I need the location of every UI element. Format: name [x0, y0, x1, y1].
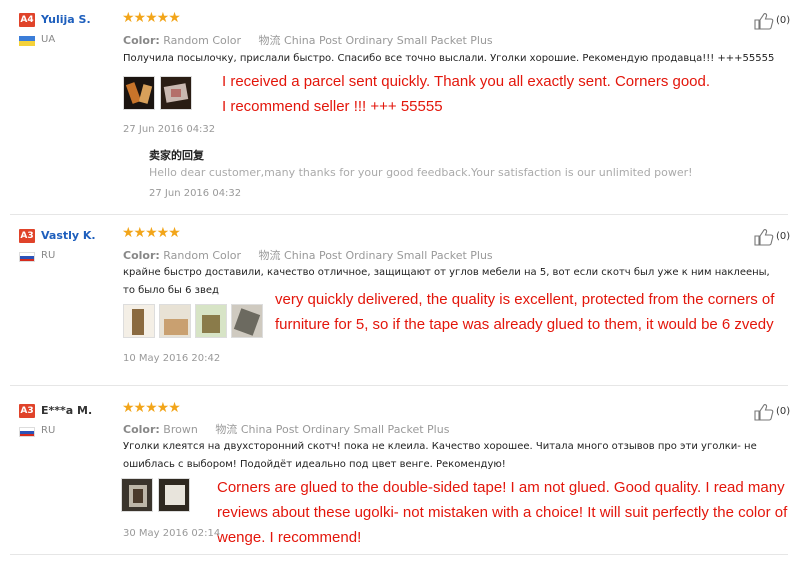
translation-line: Corners are glued to the double-sided ta…	[217, 479, 785, 496]
review-photo[interactable]	[158, 478, 190, 512]
helpful-count: (0)	[776, 15, 791, 26]
order-info: Color: Random Color 物流 China Post Ordina…	[123, 32, 493, 48]
translation-line: I received a parcel sent quickly. Thank …	[222, 73, 711, 90]
color-label: Color:	[123, 34, 160, 47]
color-value: Random Color	[163, 34, 242, 47]
logistics-value: China Post Ordinary Small Packet Plus	[284, 249, 493, 262]
review-text: Получила посылочку, прислали быстро. Спа…	[123, 53, 775, 64]
order-info: Color: Brown 物流 China Post Ordinary Smal…	[123, 421, 449, 437]
buyer-level-badge: A4	[19, 13, 35, 27]
seller-reply-text: Hello dear customer,many thanks for your…	[149, 166, 693, 179]
translation-line: very quickly delivered, the quality is e…	[275, 291, 775, 308]
review-photos	[123, 304, 263, 338]
review-photo[interactable]	[195, 304, 227, 338]
helpful-button[interactable]: (0)	[754, 12, 794, 30]
translation-line: furniture for 5, so if the tape was alre…	[275, 316, 774, 333]
seller-reply-title: 卖家的回复	[149, 149, 204, 162]
ru-flag-icon	[19, 427, 35, 437]
translation-line: wenge. I recommend!	[217, 529, 362, 546]
thumbs-up-icon	[754, 404, 774, 421]
logistics-label: 物流	[258, 34, 281, 47]
reviewer-country: RU	[41, 425, 56, 436]
review-date: 30 May 2016 02:14	[123, 528, 221, 539]
order-info: Color: Random Color 物流 China Post Ordina…	[123, 247, 493, 263]
color-label: Color:	[123, 423, 160, 436]
review-item: A3 Vastly K. RU ★★★★★ (0) Color: Random …	[0, 215, 798, 380]
translation-line: I recommend seller !!! +++ 55555	[222, 98, 443, 115]
reviewer-name[interactable]: E***a M.	[41, 404, 92, 417]
translation-line: reviews about these ugolki- not mistaken…	[217, 504, 788, 521]
review-photo[interactable]	[160, 76, 192, 110]
logistics-label: 物流	[215, 423, 238, 436]
review-photos	[121, 478, 190, 512]
star-rating: ★★★★★	[122, 10, 181, 26]
star-rating: ★★★★★	[122, 225, 181, 241]
reviewer-country: RU	[41, 250, 56, 261]
buyer-level-badge: A3	[19, 404, 35, 418]
review-item: A4 Yulija S. UA ★★★★★ (0) Color: Random …	[0, 0, 798, 210]
review-date: 10 May 2016 20:42	[123, 353, 221, 364]
helpful-button[interactable]: (0)	[754, 228, 794, 246]
buyer-level-badge: A3	[19, 229, 35, 243]
review-date: 27 Jun 2016 04:32	[123, 124, 216, 135]
reviewer-name[interactable]: Vastly K.	[41, 229, 96, 242]
review-item: A3 E***a M. RU ★★★★★ (0) Color: Brown 物流…	[0, 390, 798, 560]
thumbs-up-icon	[754, 13, 774, 30]
color-value: Brown	[163, 423, 198, 436]
review-divider	[10, 554, 788, 555]
review-photo[interactable]	[159, 304, 191, 338]
color-label: Color:	[123, 249, 160, 262]
reviewer-country: UA	[41, 34, 56, 45]
ru-flag-icon	[19, 252, 35, 262]
review-photos	[123, 76, 192, 110]
seller-reply-date: 27 Jun 2016 04:32	[149, 188, 242, 199]
logistics-value: China Post Ordinary Small Packet Plus	[284, 34, 493, 47]
color-value: Random Color	[163, 249, 242, 262]
review-photo[interactable]	[123, 304, 155, 338]
review-divider	[10, 385, 788, 386]
ua-flag-icon	[19, 36, 35, 46]
review-photo[interactable]	[231, 304, 263, 338]
helpful-count: (0)	[776, 231, 791, 242]
helpful-count: (0)	[776, 406, 791, 417]
logistics-value: China Post Ordinary Small Packet Plus	[240, 423, 450, 436]
thumbs-up-icon	[754, 229, 774, 246]
review-photo[interactable]	[123, 76, 155, 110]
review-photo[interactable]	[121, 478, 153, 512]
logistics-label: 物流	[258, 249, 281, 262]
review-text: Уголки клеятся на двухсторонний скотч! п…	[123, 441, 757, 470]
star-rating: ★★★★★	[122, 400, 181, 416]
reviewer-name[interactable]: Yulija S.	[41, 13, 91, 26]
helpful-button[interactable]: (0)	[754, 403, 794, 421]
